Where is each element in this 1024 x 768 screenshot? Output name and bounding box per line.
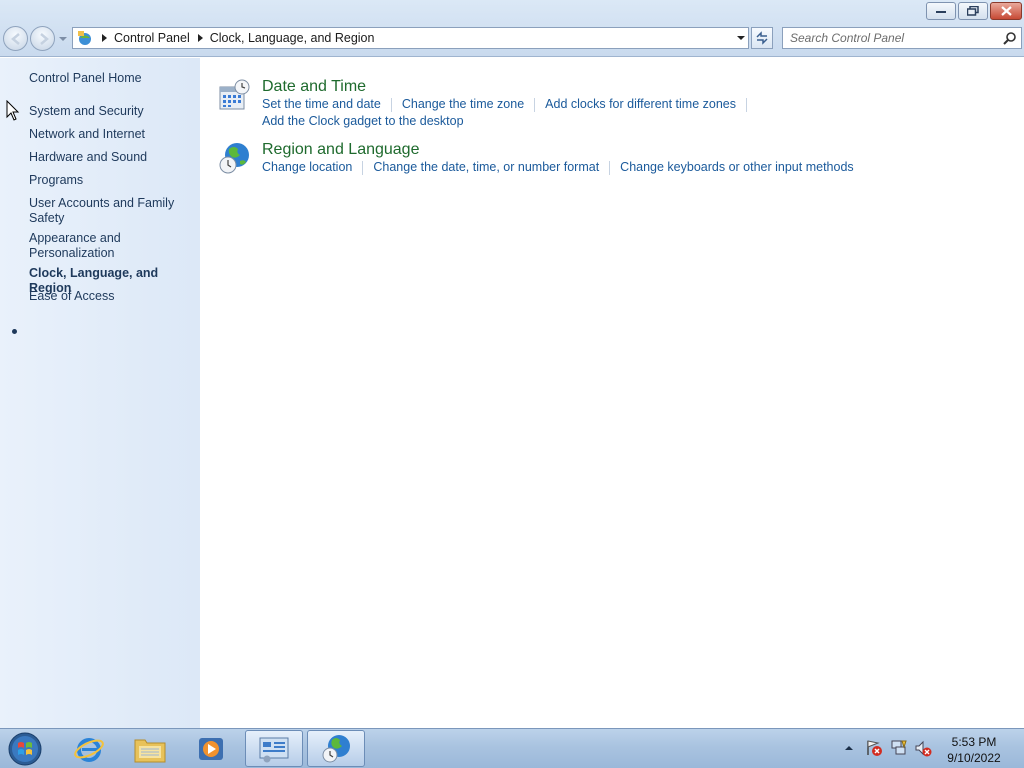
clock-calendar-icon[interactable] [218,78,252,112]
breadcrumb-clock-language-region[interactable]: Clock, Language, and Region [210,31,375,45]
clock-time: 5:53 PM [951,735,997,749]
link-change-format[interactable]: Change the date, time, or number format [373,160,599,175]
breadcrumb-separator-icon[interactable] [196,34,204,42]
active-item-bullet [12,329,17,334]
main-content: Date and Time Set the time and date Chan… [200,58,1024,728]
minimize-button[interactable] [926,2,956,20]
network-icon[interactable] [890,739,908,757]
taskbar-control-panel[interactable] [245,730,303,767]
forward-arrow-icon [40,33,49,45]
sidebar-item-hardware-sound[interactable]: Hardware and Sound [29,150,194,165]
start-button-icon[interactable] [5,731,45,767]
show-hidden-icons-icon[interactable] [844,743,854,753]
link-change-keyboards[interactable]: Change keyboards or other input methods [620,160,853,175]
back-arrow-icon [11,33,20,45]
breadcrumb-control-panel[interactable]: Control Panel [114,31,190,45]
refresh-icon [756,31,768,45]
link-set-time-date[interactable]: Set the time and date [262,97,381,112]
system-clock[interactable]: 5:53 PM 9/10/2022 [940,734,1008,766]
globe-clock-icon[interactable] [218,141,252,175]
control-panel-icon [259,737,289,762]
minimize-icon [936,11,946,13]
link-separator [362,161,364,175]
sidebar-item-control-panel-home[interactable]: Control Panel Home [29,71,194,86]
search-icon[interactable] [1003,31,1017,45]
windows-explorer-icon [134,739,166,762]
title-bar: Control Panel Clock, Language, and Regio… [0,0,1024,57]
forward-button[interactable] [30,26,55,51]
internet-explorer-icon [74,737,104,762]
taskbar-windows-explorer[interactable] [121,730,179,767]
recent-pages-chevron-icon[interactable] [58,34,68,44]
refresh-button[interactable] [751,27,773,49]
sidebar-item-system-security[interactable]: System and Security [29,104,194,119]
link-add-clock-gadget[interactable]: Add the Clock gadget to the desktop [262,114,464,128]
close-button[interactable] [990,2,1022,20]
caption-buttons [926,2,1022,20]
address-bar[interactable]: Control Panel Clock, Language, and Regio… [72,27,749,49]
taskbar: 5:53 PM 9/10/2022 [0,728,1024,768]
link-separator [746,98,747,112]
mouse-pointer-icon [6,100,20,121]
category-links: Set the time and date Change the time zo… [262,97,757,112]
close-icon [1000,6,1012,16]
media-player-icon [199,737,223,760]
sidebar-item-programs[interactable]: Programs [29,173,194,188]
sidebar-item-ease-of-access[interactable]: Ease of Access [29,289,194,304]
category-title[interactable]: Region and Language [262,141,419,159]
taskbar-media-player[interactable] [182,730,240,767]
sidebar-item-user-accounts[interactable]: User Accounts and Family Safety [29,196,179,226]
category-links: Change location Change the date, time, o… [262,160,854,175]
sidebar-item-network-internet[interactable]: Network and Internet [29,127,194,142]
taskbar-internet-explorer[interactable] [60,730,118,767]
address-dropdown-icon[interactable] [736,33,746,43]
action-center-icon[interactable] [865,739,883,757]
search-input[interactable] [783,28,993,48]
restore-icon [967,6,979,16]
search-box[interactable] [782,27,1022,49]
region-language-icon [322,734,350,762]
link-separator [390,98,392,112]
sidebar-item-appearance[interactable]: Appearance and Personalization [29,231,129,261]
link-separator [609,161,611,175]
restore-button[interactable] [958,2,988,20]
taskbar-region-language[interactable] [307,730,365,767]
control-panel-icon [78,31,91,45]
back-button[interactable] [3,26,28,51]
navigation-pane: Control Panel Home System and Security N… [0,58,200,728]
link-add-clocks[interactable]: Add clocks for different time zones [545,97,736,112]
link-separator [534,98,536,112]
link-change-time-zone[interactable]: Change the time zone [402,97,524,112]
clock-date: 9/10/2022 [947,751,1001,765]
category-title[interactable]: Date and Time [262,78,366,96]
breadcrumb-separator-icon[interactable] [100,34,108,42]
link-change-location[interactable]: Change location [262,160,352,175]
volume-muted-icon[interactable] [914,739,932,757]
